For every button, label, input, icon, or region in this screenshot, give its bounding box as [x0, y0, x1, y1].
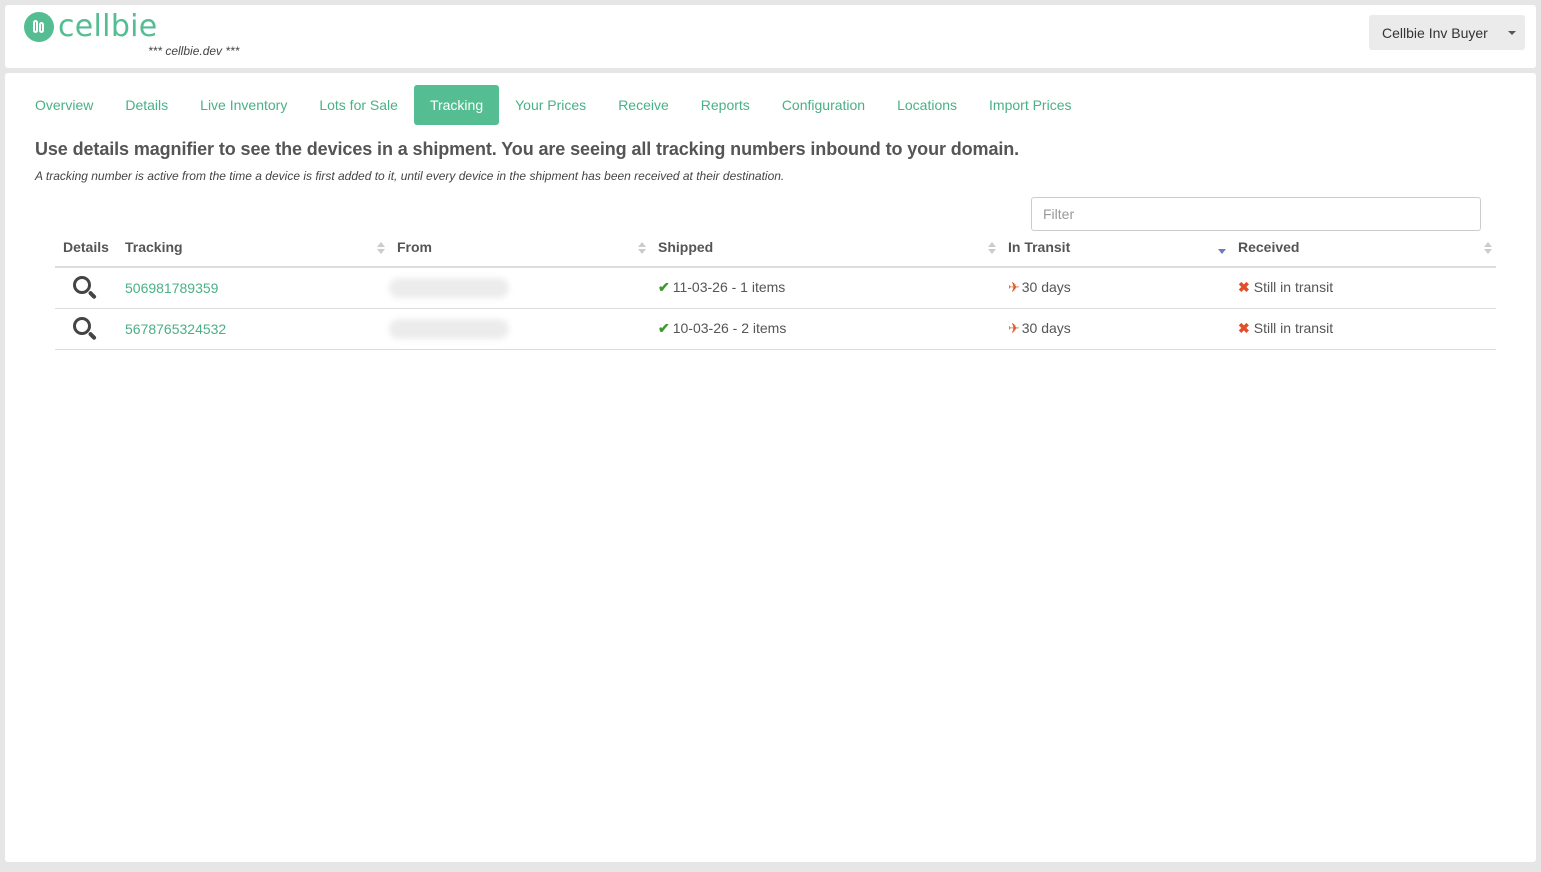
column-header-received[interactable]: Received: [1230, 228, 1496, 268]
sort-icon: [377, 242, 385, 254]
tracking-cell: 5678765324532: [117, 308, 389, 350]
magnifier-icon[interactable]: [73, 316, 97, 341]
tracking-number-link[interactable]: 506981789359: [125, 280, 218, 296]
user-menu-button[interactable]: Cellbie Inv Buyer: [1369, 15, 1525, 50]
column-header-shipped[interactable]: Shipped: [650, 228, 1000, 268]
sort-icon: [638, 242, 646, 254]
sort-icon: [988, 242, 996, 254]
nav-tabs: Overview Details Live Inventory Lots for…: [19, 85, 1088, 125]
checkmark-icon: ✔: [658, 320, 670, 336]
page-note-text: A tracking number is active from the tim…: [35, 169, 785, 183]
details-cell: [55, 308, 117, 350]
magnifier-icon[interactable]: [73, 275, 97, 300]
column-header-in-transit[interactable]: In Transit: [1000, 228, 1230, 268]
in-transit-cell: ✈ 30 days: [1000, 267, 1230, 309]
logo-mark-icon: [24, 12, 54, 42]
details-cell: [55, 267, 117, 309]
tab-reports[interactable]: Reports: [685, 85, 766, 125]
tab-lots-for-sale[interactable]: Lots for Sale: [303, 85, 414, 125]
column-header-from[interactable]: From: [389, 228, 650, 268]
page-lead-text: Use details magnifier to see the devices…: [35, 139, 1020, 159]
top-header: cellbie *** cellbie.dev *** Cellbie Inv …: [5, 5, 1536, 68]
redacted-sender: [389, 277, 509, 298]
from-cell: [389, 308, 650, 350]
filter-input[interactable]: [1031, 197, 1481, 231]
sort-icon: [1484, 242, 1492, 254]
from-cell: [389, 267, 650, 309]
x-mark-icon: ✖: [1238, 320, 1250, 336]
tab-tracking[interactable]: Tracking: [413, 85, 500, 125]
tab-import-prices[interactable]: Import Prices: [973, 85, 1087, 125]
tab-receive[interactable]: Receive: [602, 85, 685, 125]
tab-overview[interactable]: Overview: [19, 85, 109, 125]
tracking-cell: 506981789359: [117, 267, 389, 309]
shipped-cell: ✔ 11-03-26 - 1 items: [650, 267, 1000, 309]
tab-locations[interactable]: Locations: [881, 85, 973, 125]
tracking-number-link[interactable]: 5678765324532: [125, 321, 226, 337]
user-menu-label: Cellbie Inv Buyer: [1382, 24, 1488, 41]
column-header-tracking[interactable]: Tracking: [117, 228, 389, 268]
checkmark-icon: ✔: [658, 279, 670, 296]
tab-details[interactable]: Details: [109, 85, 184, 125]
tab-configuration[interactable]: Configuration: [766, 85, 881, 125]
table-row: 506981789359 ✔ 11-03-26 - 1 items ✈ 30 day…: [55, 267, 1496, 309]
sort-descending-icon: [1218, 242, 1226, 254]
tab-your-prices[interactable]: Your Prices: [499, 85, 602, 125]
brand-name: cellbie: [58, 9, 158, 44]
tab-live-inventory[interactable]: Live Inventory: [184, 85, 303, 125]
received-cell: ✖ Still in transit: [1230, 308, 1496, 350]
in-transit-cell: ✈ 30 days: [1000, 308, 1230, 350]
airplane-icon: ✈: [1008, 320, 1020, 336]
table-header-row: Details Tracking From Shipped In Transit: [55, 228, 1496, 268]
caret-down-icon: [1508, 31, 1516, 35]
airplane-icon: ✈: [1008, 279, 1020, 296]
received-cell: ✖ Still in transit: [1230, 267, 1496, 309]
x-mark-icon: ✖: [1238, 279, 1250, 296]
main-panel: Overview Details Live Inventory Lots for…: [5, 73, 1536, 862]
redacted-sender: [389, 318, 509, 339]
tracking-table: Details Tracking From Shipped In Transit: [55, 228, 1496, 350]
cellbie-logo[interactable]: cellbie: [24, 10, 158, 44]
environment-label: *** cellbie.dev ***: [148, 44, 240, 58]
column-header-details: Details: [55, 228, 117, 268]
table-row: 5678765324532 ✔ 10-03-26 - 2 items ✈ 30 da…: [55, 308, 1496, 350]
shipped-cell: ✔ 10-03-26 - 2 items: [650, 308, 1000, 350]
